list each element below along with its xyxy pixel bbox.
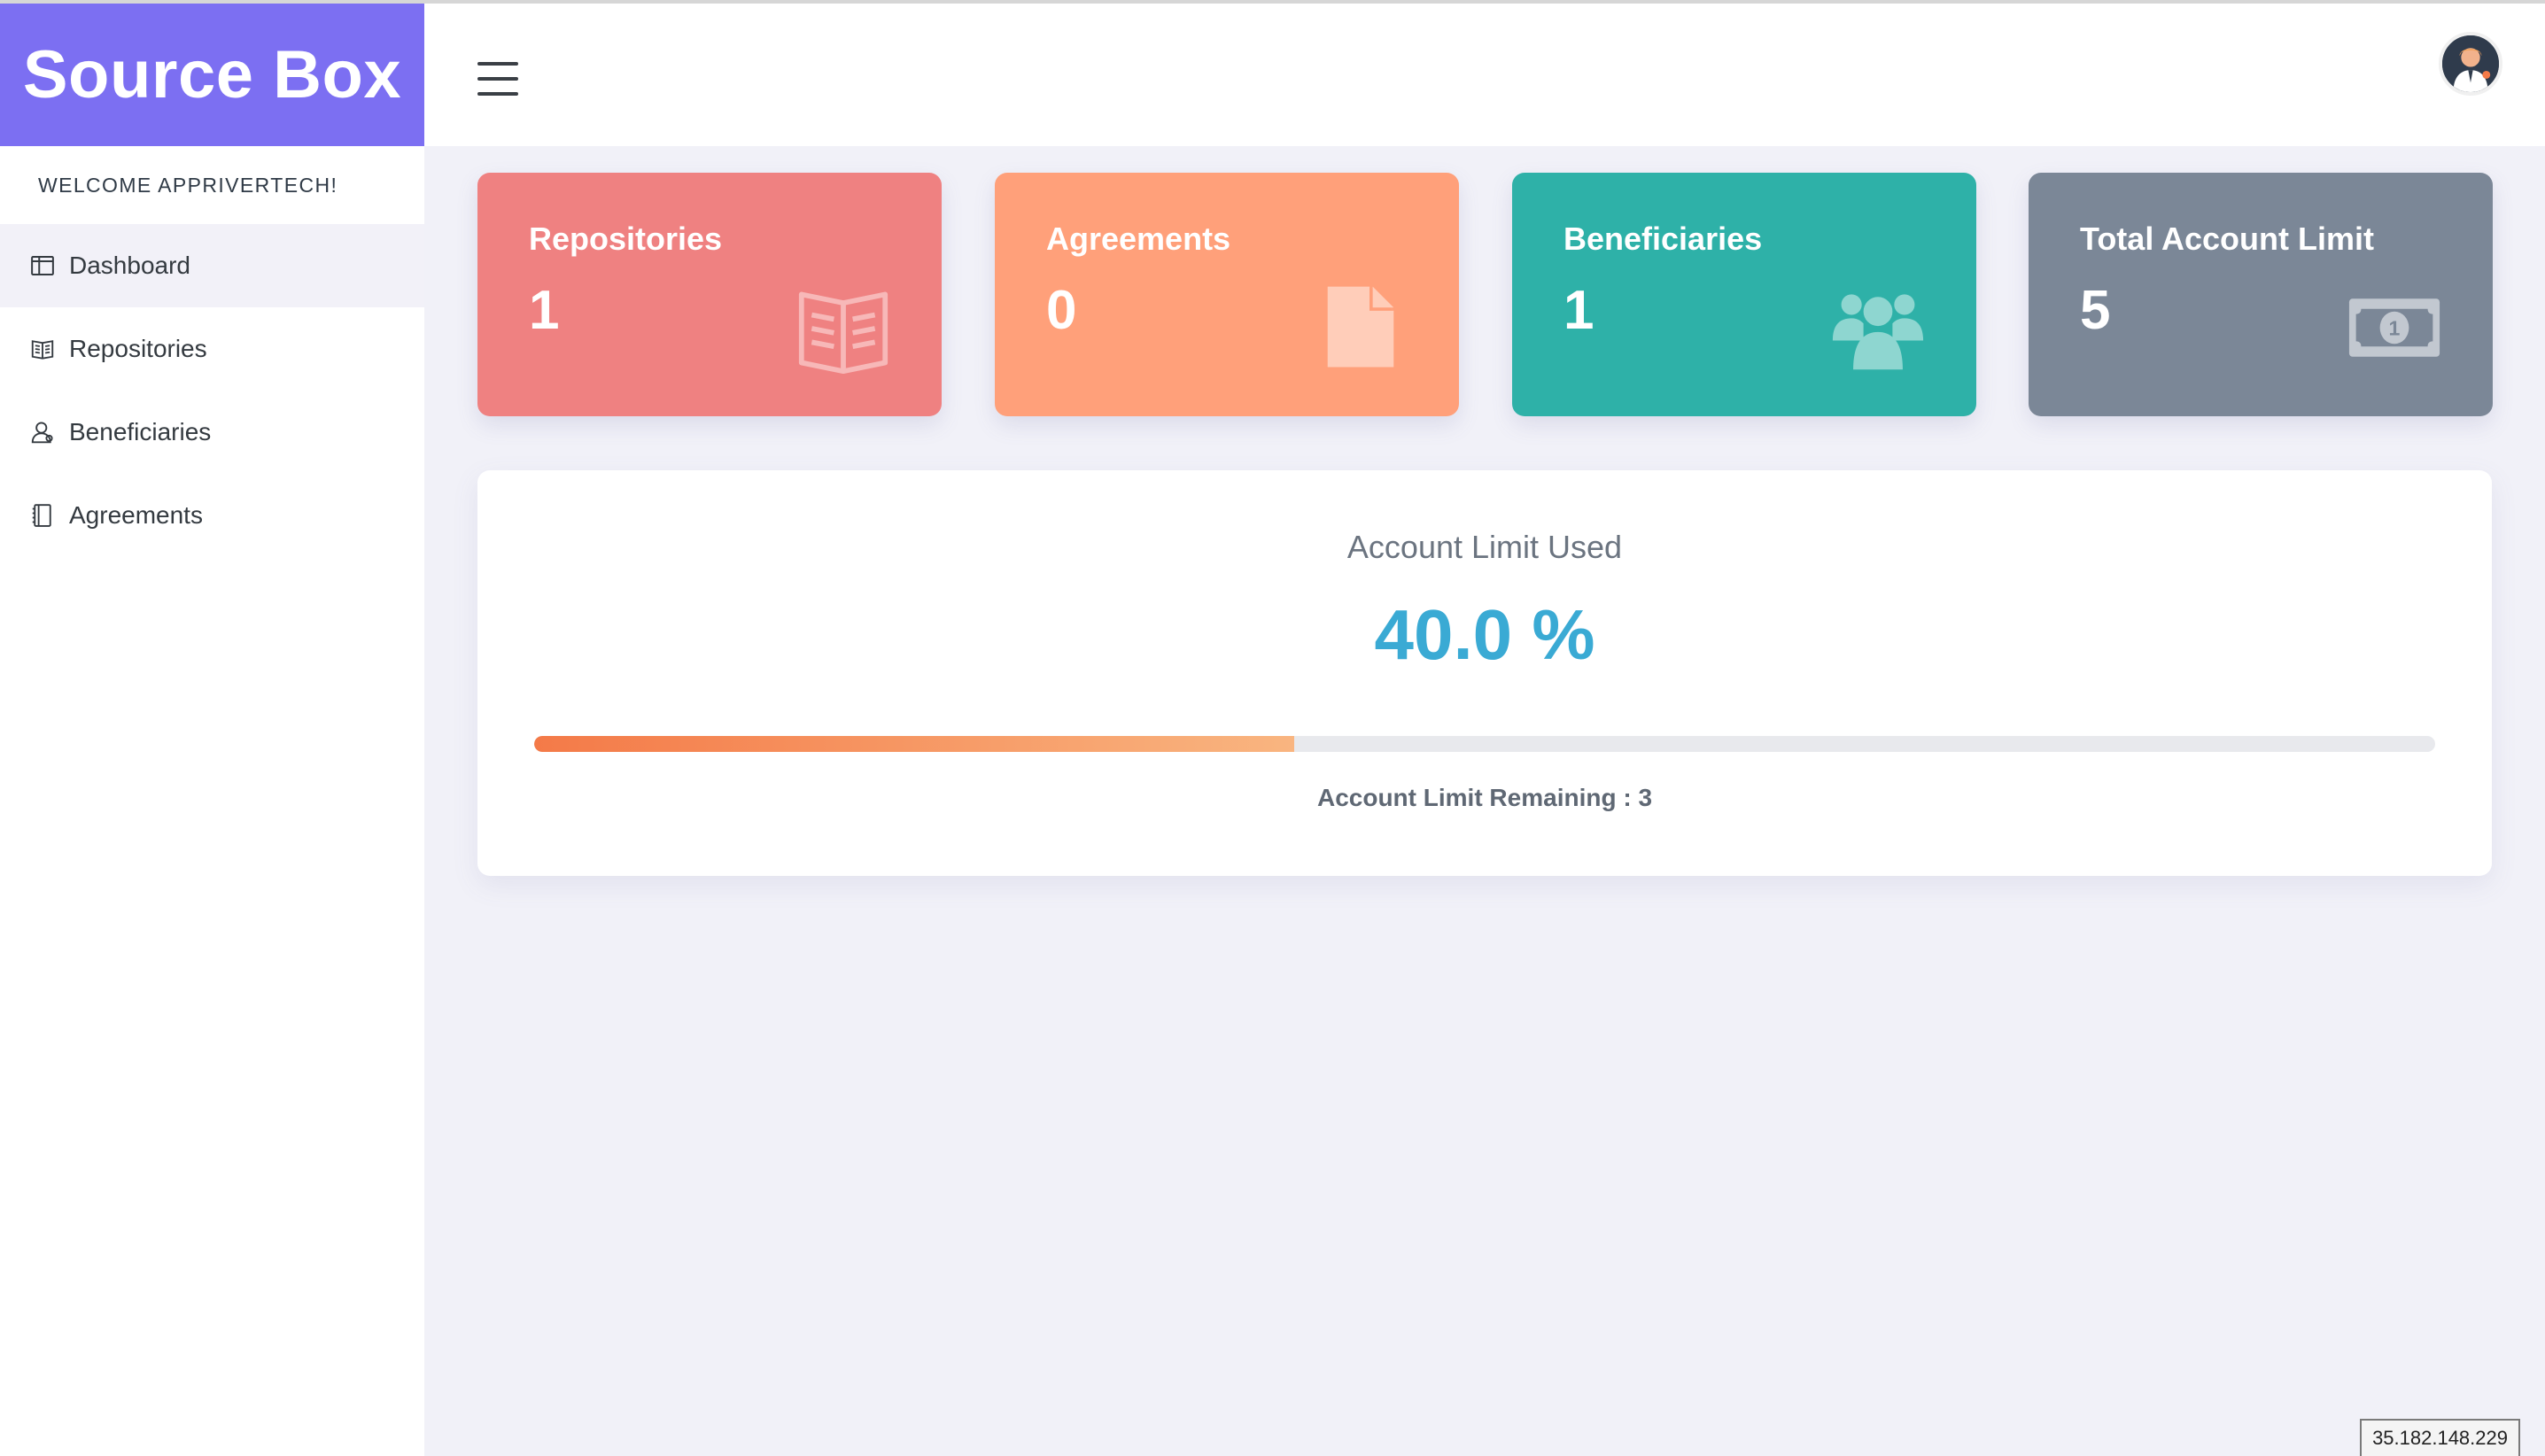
user-avatar-icon[interactable] (2439, 32, 2502, 96)
hamburger-icon[interactable] (477, 62, 520, 97)
sidebar-item-label: Beneficiaries (69, 418, 212, 445)
usage-percent: 40.0 % (1374, 595, 1595, 674)
columns-icon (28, 252, 57, 280)
user-icon (28, 418, 57, 446)
card-repositories[interactable]: Repositories 1 (477, 173, 942, 416)
sidebar-item-beneficiaries[interactable]: Beneficiaries (0, 391, 424, 474)
panel-title: Account Limit Used (1346, 529, 1623, 565)
card-value: 1 (529, 280, 560, 341)
sidebar: Source Box WELCOME APPRIVERTECH! Dashboa… (0, 4, 424, 1456)
ip-address-badge: 35.182.148.229 (2360, 1419, 2520, 1456)
card-value: 1 (1563, 280, 1595, 341)
notebook-icon (28, 501, 57, 530)
stat-cards: Repositories 1 Agreements 0 Beneficiarie… (477, 173, 2493, 416)
brand-header: Source Box (0, 4, 424, 146)
card-title: Repositories (529, 221, 723, 257)
card-title: Agreements (1046, 221, 1231, 257)
sidebar-item-label: Agreements (69, 501, 203, 529)
card-value: 0 (1046, 280, 1077, 341)
sidebar-item-label: Dashboard (69, 252, 190, 279)
open-book-icon (795, 279, 892, 376)
sidebar-item-label: Repositories (69, 335, 207, 362)
card-title: Total Account Limit (2080, 221, 2374, 257)
sidebar-item-agreements[interactable]: Agreements (0, 474, 424, 557)
welcome-message: WELCOME APPRIVERTECH! (38, 173, 338, 197)
svg-text:1: 1 (2389, 317, 2401, 340)
card-total-account-limit[interactable]: Total Account Limit 5 1 (2029, 173, 2493, 416)
book-icon (28, 335, 57, 363)
users-icon (1829, 279, 1927, 376)
file-icon (1312, 279, 1409, 376)
limit-remaining: Account Limit Remaining : 3 (1316, 784, 1653, 811)
card-title: Beneficiaries (1563, 221, 1763, 257)
card-value: 5 (2080, 280, 2111, 341)
card-beneficiaries[interactable]: Beneficiaries 1 (1512, 173, 1976, 416)
usage-progress-fill (534, 736, 1295, 752)
usage-progress-bar (534, 736, 2435, 752)
sidebar-item-dashboard[interactable]: Dashboard (0, 224, 424, 307)
top-header (424, 4, 2545, 146)
card-agreements[interactable]: Agreements 0 (995, 173, 1459, 416)
money-bill-icon: 1 (2346, 279, 2443, 376)
sidebar-item-repositories[interactable]: Repositories (0, 307, 424, 391)
account-limit-panel: Account Limit Used 40.0 % Account Limit … (477, 470, 2492, 876)
brand-logo-text[interactable]: Source Box (23, 36, 401, 113)
